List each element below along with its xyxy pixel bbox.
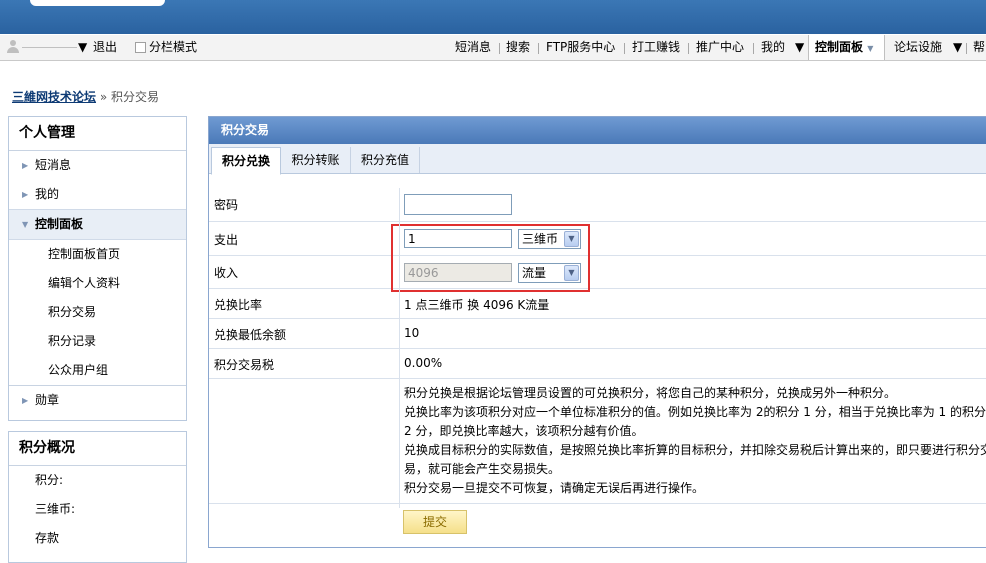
submit-button[interactable]: 提交 [403,510,467,534]
sidebar-sub-credit-trade[interactable]: 积分交易 [9,298,186,327]
nav-link-control-panel[interactable]: 控制面板 ▼ [808,35,885,60]
sidebar-sub-public-groups[interactable]: 公众用户组 [9,356,186,385]
stat-credits: 积分: [35,473,64,487]
breadcrumb-home-link[interactable]: 三維网技术论坛 [12,90,96,104]
nav-separator [753,43,754,54]
tab-bar: 积分兑换 积分转账 积分充值 [209,144,986,175]
description-line: 积分兑换是根据论坛管理员设置的可兑换积分，将您自己的某种积分，兑换成另外一种积分… [404,386,897,400]
password-label: 密码 [214,198,239,212]
password-row: 密码 [209,188,986,222]
description-line: 易，就可能会产生交易损失。 [404,462,561,476]
pay-row: 支出 [209,222,986,256]
nav-link-promotion[interactable]: 推广中心 [696,35,744,60]
sidebar-item-label: 我的 [35,187,60,201]
credit-overview-title: 积分概况 [9,432,186,466]
personal-menu-title: 个人管理 [9,117,186,151]
description-line: 兑换比率为该项积分对应一个单位标准积分的值。例如兑换比率为 2的积分 1 分，相… [404,405,986,419]
control-panel-chevron-icon: ▼ [867,44,874,53]
sidebar-item-messages[interactable]: ▶ 短消息 [9,151,186,180]
site-logo[interactable] [30,0,165,6]
nav-separator [688,43,689,54]
nav-link-help[interactable]: 帮 [973,35,985,60]
collapse-arrow-icon: ▼ [22,220,29,229]
rate-row: 兑换比率 1 点三维币 换 4096 K流量 [209,289,986,319]
sidebar-item-label: 勋章 [35,393,60,407]
username-placeholder [22,47,77,48]
tax-label: 积分交易税 [214,358,275,372]
highlight-box [391,224,590,292]
row-divider [209,503,986,504]
mine-chevron-icon[interactable]: ▼ [795,35,804,60]
income-row: 收入 [209,256,986,289]
description-line: 积分交易一旦提交不可恢复，请确定无误后再进行操作。 [404,481,705,495]
expand-arrow-icon: ▶ [22,161,29,170]
sidebar-sub-control-home[interactable]: 控制面板首页 [9,240,186,269]
password-input[interactable] [404,194,512,215]
nav-link-forum-tools[interactable]: 论坛设施 [894,35,942,60]
breadcrumb-separator: » [99,90,108,104]
description-line: 兑换成目标积分的实际数值，是按照兑换比率折算的目标积分，并扣除交易税后计算出来的… [404,443,986,457]
tab-recharge[interactable]: 积分充值 [351,147,420,173]
sidebar-item-control-panel[interactable]: ▼ 控制面板 [9,209,186,240]
sidebar-item-label: 控制面板 [35,217,84,231]
forum-tools-chevron-icon[interactable]: ▼ [953,35,962,60]
min-balance-row: 兑换最低余额 10 [209,319,986,349]
tax-row: 积分交易税 0.00% [209,349,986,379]
sidebar-mode-label[interactable]: 分栏模式 [149,35,197,60]
nav-separator [966,43,967,54]
nav-link-ftp[interactable]: FTP服务中心 [546,35,615,60]
min-balance-value: 10 [404,326,420,340]
stat-coins: 三维币: [35,502,76,516]
nav-separator [538,43,539,54]
nav-separator [499,43,500,54]
rate-label: 兑换比率 [214,298,263,312]
income-label: 收入 [214,266,239,280]
exchange-description: 积分兑换是根据论坛管理员设置的可兑换积分，将您自己的某种积分，兑换成另外一种积分… [404,384,986,498]
description-line: 2 分，即兑换比率越大，该项积分越有价值。 [404,424,644,438]
tab-exchange[interactable]: 积分兑换 [211,147,281,175]
breadcrumb: 三維网技术论坛 » 积分交易 [12,88,159,105]
sidebar-sub-credit-log[interactable]: 积分记录 [9,327,186,356]
logout-link[interactable]: 退出 [93,35,117,60]
rate-value: 1 点三维币 换 4096 K流量 [404,298,550,312]
sidebar-item-mine[interactable]: ▶ 我的 [9,180,186,209]
top-toolbar: ▼ 退出 分栏模式 短消息 搜索 FTP服务中心 打工赚钱 推广中心 我的 ▼ … [0,34,986,61]
min-balance-label: 兑换最低余额 [214,328,287,342]
control-panel-label: 控制面板 [815,40,864,54]
nav-link-mine[interactable]: 我的 [761,35,785,60]
site-header-banner [0,0,986,34]
personal-menu: 个人管理 ▶ 短消息 ▶ 我的 ▼ 控制面板 控制面板首页 编辑个人资料 积分交… [8,116,187,421]
pay-label: 支出 [214,233,239,247]
credit-overview: 积分概况 积分: 三维币: 存款 [8,431,187,563]
stat-deposit: 存款 [35,531,60,545]
nav-separator [624,43,625,54]
panel-title: 积分交易 [209,117,986,144]
sidebar-mode-checkbox[interactable] [135,42,146,53]
expand-arrow-icon: ▶ [22,396,29,405]
user-avatar-icon[interactable] [6,40,20,54]
nav-link-messages[interactable]: 短消息 [455,35,491,60]
sidebar-item-label: 短消息 [35,158,72,172]
column-divider [399,188,400,508]
nav-link-work[interactable]: 打工赚钱 [632,35,680,60]
sidebar-sub-edit-profile[interactable]: 编辑个人资料 [9,269,186,298]
nav-link-search[interactable]: 搜索 [506,35,530,60]
tax-value: 0.00% [404,356,443,370]
user-menu-chevron-icon[interactable]: ▼ [78,35,87,60]
sidebar-item-medal[interactable]: ▶ 勋章 [9,385,186,415]
tab-transfer[interactable]: 积分转账 [281,147,351,173]
expand-arrow-icon: ▶ [22,190,29,199]
breadcrumb-current: 积分交易 [111,90,160,104]
